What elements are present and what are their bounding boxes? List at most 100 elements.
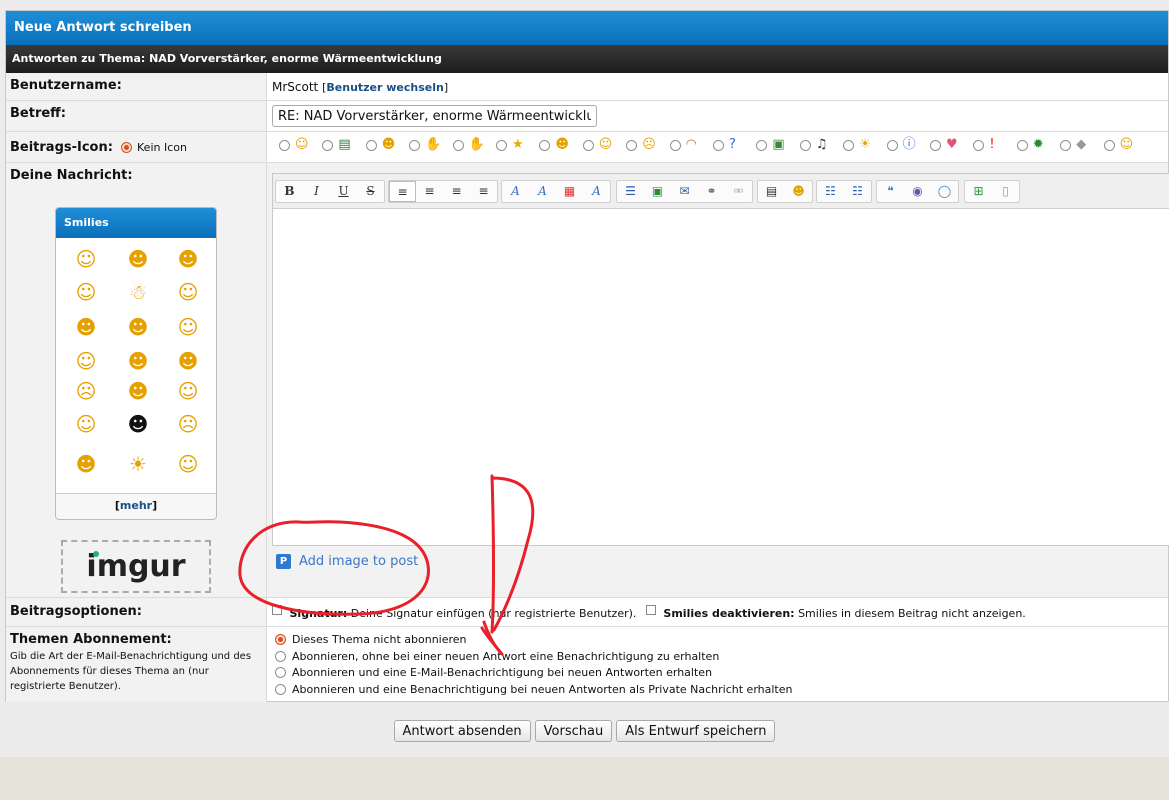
post-icon-radio[interactable] [930, 139, 941, 151]
color-grid-icon[interactable]: ▦ [556, 181, 583, 202]
smiley-icon[interactable]: ☹ [68, 380, 104, 402]
post-icon-option[interactable]: ☻ [365, 138, 395, 152]
submit-reply-button[interactable]: Antwort absenden [393, 720, 531, 742]
post-icon-option[interactable]: ✹ [1016, 138, 1044, 152]
post-icon-radio[interactable] [799, 139, 811, 151]
post-icon-option[interactable]: ☺ [279, 138, 309, 152]
insert-image-icon[interactable]: ▣ [644, 181, 671, 202]
post-icon-option[interactable]: ? [713, 138, 736, 152]
post-icon-radio[interactable] [626, 139, 638, 151]
subscription-radio-2[interactable] [275, 651, 286, 662]
smiley-icon[interactable]: ☺ [68, 248, 104, 270]
post-icon-option[interactable]: ◆ [1060, 138, 1086, 152]
smiley-icon[interactable]: ☺ [170, 453, 206, 475]
subscription-option-1[interactable]: Dieses Thema nicht abonnieren [275, 633, 467, 646]
subscription-radio-4[interactable] [275, 684, 286, 695]
post-icon-option[interactable]: ☻ [539, 138, 569, 152]
bold-icon[interactable]: B [276, 181, 303, 202]
smiley-icon[interactable]: ☺ [68, 281, 104, 303]
signature-checkbox[interactable] [272, 605, 282, 615]
post-icon-option[interactable]: ✋ [409, 138, 441, 152]
post-icon-option[interactable]: ♫ [799, 138, 827, 152]
horizontal-rule-icon[interactable]: ☰ [617, 181, 644, 202]
unlink-icon[interactable]: ⚮ [725, 181, 752, 202]
smiley-icon[interactable]: ☀ [120, 453, 156, 475]
numbered-list-icon[interactable]: ☷ [844, 181, 871, 202]
post-icon-radio[interactable] [886, 139, 898, 151]
post-icon-option[interactable]: ◠ [669, 138, 697, 152]
post-icon-option[interactable]: ☺ [1103, 138, 1133, 152]
font-icon[interactable]: A [502, 181, 529, 202]
post-icon-option[interactable]: ▤ [322, 138, 351, 152]
smiley-icon[interactable]: ☻ [120, 350, 156, 372]
smiley-icon[interactable]: ☻ [120, 248, 156, 270]
smiley-icon[interactable]: ☻ [120, 413, 156, 435]
post-icon-option[interactable]: ☺ [582, 138, 612, 152]
smiley-icon[interactable]: ☻ [785, 181, 812, 202]
smiley-icon[interactable]: ☺ [68, 413, 104, 435]
subscription-radio-3[interactable] [275, 667, 286, 678]
smiley-icon[interactable]: ☺ [68, 350, 104, 372]
post-icon-radio[interactable] [365, 139, 377, 151]
video-icon[interactable]: ▤ [758, 181, 785, 202]
post-icon-radio[interactable] [496, 139, 507, 151]
source-view-icon[interactable]: ▯ [992, 181, 1019, 202]
font-size-icon[interactable]: A [529, 181, 556, 202]
subscription-option-4[interactable]: Abonnieren und eine Benachrichtigung bei… [275, 683, 792, 696]
switch-user-link[interactable]: Benutzer wechseln [326, 81, 443, 94]
insert-link-icon[interactable]: ⚭ [698, 181, 725, 202]
smiley-icon[interactable]: ☺ [170, 281, 206, 303]
smiley-icon[interactable]: ☹ [170, 413, 206, 435]
smiley-icon[interactable]: ☻ [170, 350, 206, 372]
insert-email-icon[interactable]: ✉ [671, 181, 698, 202]
post-icon-radio[interactable] [713, 139, 724, 151]
post-icon-radio[interactable] [1103, 139, 1115, 151]
message-textarea[interactable] [273, 210, 1169, 545]
post-icon-radio[interactable] [409, 139, 421, 151]
smiley-icon[interactable]: ☻ [120, 380, 156, 402]
fullscreen-icon[interactable]: ⊞ [965, 181, 992, 202]
subject-input[interactable] [272, 105, 597, 127]
align-center-icon[interactable]: ≡ [416, 181, 443, 202]
subscription-option-3[interactable]: Abonnieren und eine E-Mail-Benachrichtig… [275, 666, 712, 679]
underline-icon[interactable]: U [330, 181, 357, 202]
post-icon-radio[interactable] [1060, 139, 1072, 151]
smiley-icon[interactable]: ☺ [170, 380, 206, 402]
save-draft-button[interactable]: Als Entwurf speichern [616, 720, 776, 742]
strikethrough-icon[interactable]: S [357, 181, 384, 202]
disable-smilies-checkbox[interactable] [645, 605, 656, 615]
post-icon-radio[interactable] [973, 139, 985, 151]
preview-button[interactable]: Vorschau [534, 720, 613, 742]
italic-icon[interactable]: I [303, 181, 330, 202]
post-icon-option[interactable]: ✋ [452, 138, 485, 152]
post-icon-option[interactable]: ♥ [930, 138, 958, 152]
post-icon-option[interactable]: ▣ [756, 138, 785, 152]
post-icon-radio[interactable] [322, 139, 334, 151]
align-justify-icon[interactable]: ≡ [470, 181, 497, 202]
smiley-icon[interactable]: ☻ [120, 316, 156, 338]
post-icon-radio[interactable] [1016, 139, 1028, 151]
remove-format-icon[interactable]: A [583, 181, 610, 202]
post-icon-option[interactable]: ☹ [626, 138, 656, 152]
post-icon-radio[interactable] [539, 139, 551, 151]
post-icon-option[interactable]: ★ [496, 138, 524, 152]
post-icon-radio[interactable] [843, 139, 855, 151]
post-icon-radio[interactable] [279, 139, 290, 151]
smiley-icon[interactable]: ☻ [68, 453, 104, 475]
bullet-list-icon[interactable]: ☷ [817, 181, 844, 202]
imgur-upload-box[interactable]: imgur [61, 540, 211, 593]
smiley-icon[interactable]: ☻ [170, 248, 206, 270]
smiley-icon[interactable]: ☻ [68, 316, 104, 338]
quote-icon[interactable]: ❝ [877, 181, 904, 202]
no-icon-radio[interactable] [121, 142, 133, 153]
post-icon-radio[interactable] [669, 139, 681, 151]
smiley-icon[interactable]: ☃ [120, 281, 156, 303]
subscription-option-2[interactable]: Abonnieren, ohne bei einer neuen Antwort… [275, 650, 719, 663]
post-icon-radio[interactable] [756, 139, 768, 151]
post-icon-option[interactable]: ! [973, 138, 995, 152]
php-code-icon[interactable]: ◉ [904, 181, 931, 202]
smiley-icon[interactable]: ☺ [170, 316, 206, 338]
post-icon-radio[interactable] [452, 139, 464, 151]
add-image-to-post-link[interactable]: P Add image to post [276, 554, 418, 569]
post-icon-option[interactable]: ⓘ [886, 138, 916, 152]
